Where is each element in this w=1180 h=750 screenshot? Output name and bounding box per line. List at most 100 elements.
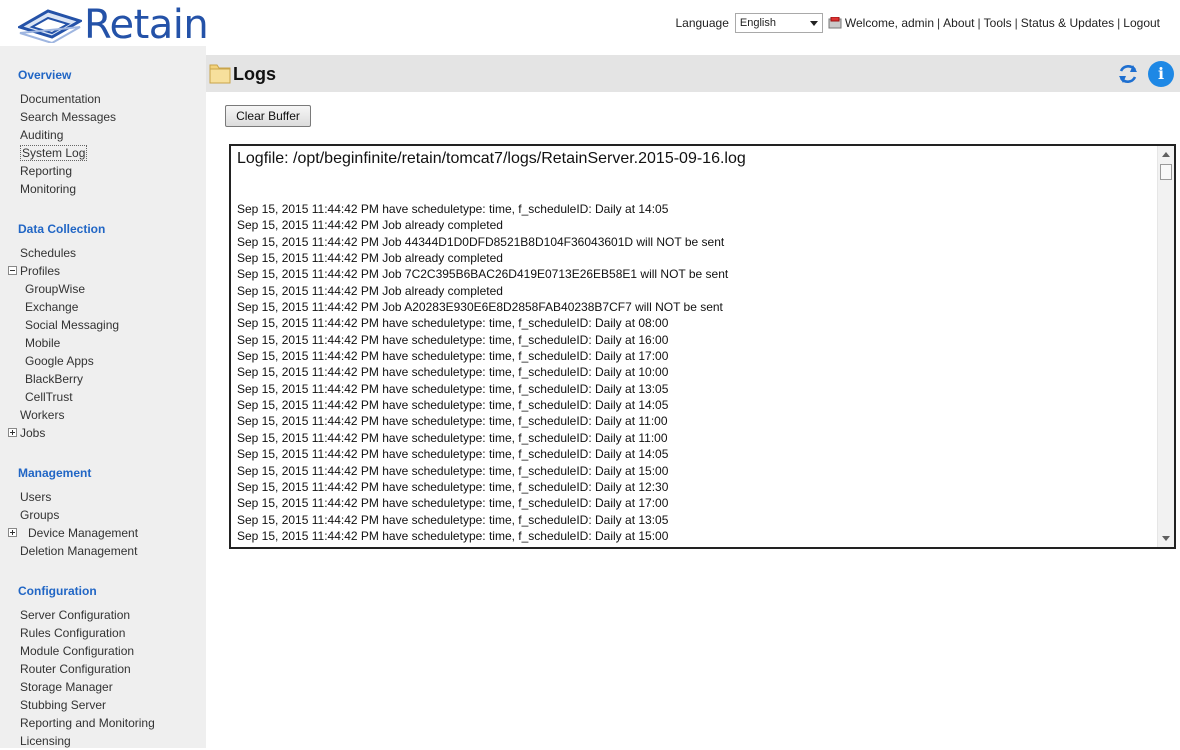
language-select[interactable]: English <box>734 13 823 33</box>
page-header: Logs i <box>206 55 1180 92</box>
sidebar-item[interactable]: Auditing <box>0 126 206 144</box>
sidebar-item[interactable]: Reporting <box>0 162 206 180</box>
nav-group: Configuration Server Configuration Rules C… <box>0 582 206 750</box>
log-line: Sep 15, 2015 11:44:42 PM Job already com… <box>237 218 503 233</box>
clear-buffer-button[interactable]: Clear Buffer <box>225 105 311 127</box>
status-updates-link[interactable]: Status & Updates <box>1021 16 1114 30</box>
tools-link[interactable]: Tools <box>984 16 1012 30</box>
sidebar-item[interactable]: Exchange <box>0 298 206 316</box>
sidebar-item-label: Social Messaging <box>25 318 120 332</box>
sidebar-item[interactable]: CellTrust <box>0 388 206 406</box>
sidebar-item[interactable]: Reporting and Monitoring <box>0 714 206 732</box>
sidebar-item[interactable]: Social Messaging <box>0 316 206 334</box>
sidebar-item-label: Schedules <box>20 246 77 260</box>
sidebar-item[interactable]: Profiles <box>0 262 206 280</box>
logfile-path: Logfile: /opt/beginfinite/retain/tomcat7… <box>237 150 746 167</box>
log-line: Sep 15, 2015 11:44:42 PM Job already com… <box>237 283 503 298</box>
sidebar-item[interactable]: Jobs <box>0 424 206 442</box>
sidebar-item-label: Users <box>20 490 52 504</box>
about-link[interactable]: About <box>943 16 974 30</box>
log-line: Sep 15, 2015 11:44:42 PM have schedulety… <box>237 332 669 347</box>
sidebar-item-label: Workers <box>20 408 65 422</box>
log-viewer[interactable]: Logfile: /opt/beginfinite/retain/tomcat7… <box>229 144 1176 549</box>
sidebar-item-label: Router Configuration <box>20 662 131 676</box>
sidebar-item[interactable]: GroupWise <box>0 280 206 298</box>
sidebar-item-label: Monitoring <box>20 182 77 196</box>
log-line: Sep 15, 2015 11:44:42 PM have schedulety… <box>237 349 669 364</box>
nav-group: Management Users Groups Device Management De… <box>0 464 206 560</box>
log-lines: Sep 15, 2015 11:44:42 PM have schedulety… <box>237 201 728 544</box>
nav-list: Documentation Search Messages Auditing Syst… <box>0 90 206 198</box>
nav-group: Overview Documentation Search Messages Audi… <box>0 66 206 198</box>
sidebar-item-label: Reporting and Monitoring <box>20 716 155 730</box>
sidebar-item[interactable]: Deletion Management <box>0 542 206 560</box>
language-value: English <box>739 17 776 29</box>
scroll-down-icon[interactable] <box>1162 536 1170 541</box>
collapse-icon[interactable] <box>8 266 17 275</box>
separator: | <box>937 16 941 30</box>
sidebar-item[interactable]: Documentation <box>0 90 206 108</box>
sidebar-item[interactable]: Licensing <box>0 732 206 750</box>
sidebar-item[interactable]: Users <box>0 488 206 506</box>
refresh-icon[interactable] <box>1116 62 1140 86</box>
sidebar-item-label: Reporting <box>20 164 73 178</box>
chevron-down-icon <box>809 20 818 26</box>
language-label: Language <box>675 16 729 30</box>
logo-text: Retain <box>84 2 209 48</box>
sidebar-item-label: Deletion Management <box>20 544 138 558</box>
info-icon[interactable]: i <box>1148 61 1174 87</box>
sidebar-item[interactable]: Stubbing Server <box>0 696 206 714</box>
sidebar-item[interactable]: Router Configuration <box>0 660 206 678</box>
log-scrollbar[interactable] <box>1157 146 1174 547</box>
log-line: Sep 15, 2015 11:44:42 PM have schedulety… <box>237 512 669 527</box>
sidebar-item-label: Profiles <box>20 264 61 278</box>
log-line: Sep 15, 2015 11:44:42 PM have schedulety… <box>237 398 669 413</box>
sidebar-item[interactable]: Search Messages <box>0 108 206 126</box>
sidebar-item-label: Licensing <box>20 734 71 748</box>
scroll-up-icon[interactable] <box>1162 152 1170 157</box>
sidebar-item[interactable]: Groups <box>0 506 206 524</box>
separator: | <box>977 16 981 30</box>
sidebar-item-label: Stubbing Server <box>20 698 107 712</box>
nav-heading[interactable]: Configuration <box>0 582 206 600</box>
sidebar-item-label: Documentation <box>20 92 101 106</box>
log-line: Sep 15, 2015 11:44:42 PM have schedulety… <box>237 414 668 429</box>
nav-heading[interactable]: Data Collection <box>0 220 206 238</box>
nav-heading[interactable]: Management <box>0 464 206 482</box>
sidebar-item[interactable]: BlackBerry <box>0 370 206 388</box>
nav-group: Data Collection Schedules Profiles GroupWis… <box>0 220 206 442</box>
sidebar-item[interactable]: Storage Manager <box>0 678 206 696</box>
sidebar-item[interactable]: Server Configuration <box>0 606 206 624</box>
sidebar-item[interactable]: System Log <box>0 144 206 162</box>
sidebar-item-label: Search Messages <box>20 110 117 124</box>
nav-list: Schedules Profiles GroupWise Exchange Social… <box>0 244 206 442</box>
sidebar-item-label: Groups <box>20 508 60 522</box>
log-line: Sep 15, 2015 11:44:42 PM have schedulety… <box>237 316 669 331</box>
sidebar-item[interactable]: Monitoring <box>0 180 206 198</box>
sidebar-item-label: GroupWise <box>25 282 86 296</box>
sidebar-item[interactable]: Schedules <box>0 244 206 262</box>
log-line: Sep 15, 2015 11:44:42 PM Job A20283E930E… <box>237 300 723 315</box>
sidebar-item[interactable]: Mobile <box>0 334 206 352</box>
sidebar-item[interactable]: Workers <box>0 406 206 424</box>
sidebar-item-label: Mobile <box>25 336 61 350</box>
sidebar-item[interactable]: Module Configuration <box>0 642 206 660</box>
expand-icon[interactable] <box>8 528 17 537</box>
nav-heading[interactable]: Overview <box>0 66 206 84</box>
sidebar-item[interactable]: Google Apps <box>0 352 206 370</box>
sidebar-item[interactable]: Device Management <box>0 524 206 542</box>
log-line: Sep 15, 2015 11:44:42 PM Job 44344D1D0DF… <box>237 234 725 249</box>
sidebar-item-label: Exchange <box>25 300 79 314</box>
sidebar-item-label: Server Configuration <box>20 608 131 622</box>
sidebar-item-label: Rules Configuration <box>20 626 126 640</box>
expand-icon[interactable] <box>8 428 17 437</box>
logout-link[interactable]: Logout <box>1123 16 1160 30</box>
header: Retain Language English Welcome, admin |… <box>0 0 1180 46</box>
scroll-thumb[interactable] <box>1160 164 1172 180</box>
separator: | <box>1014 16 1018 30</box>
log-line: Sep 15, 2015 11:44:42 PM have schedulety… <box>237 479 669 494</box>
log-line: Sep 15, 2015 11:44:42 PM have schedulety… <box>237 381 669 396</box>
sidebar-item-label: Google Apps <box>25 354 94 368</box>
retain-logo[interactable]: Retain <box>18 2 209 48</box>
sidebar-item[interactable]: Rules Configuration <box>0 624 206 642</box>
